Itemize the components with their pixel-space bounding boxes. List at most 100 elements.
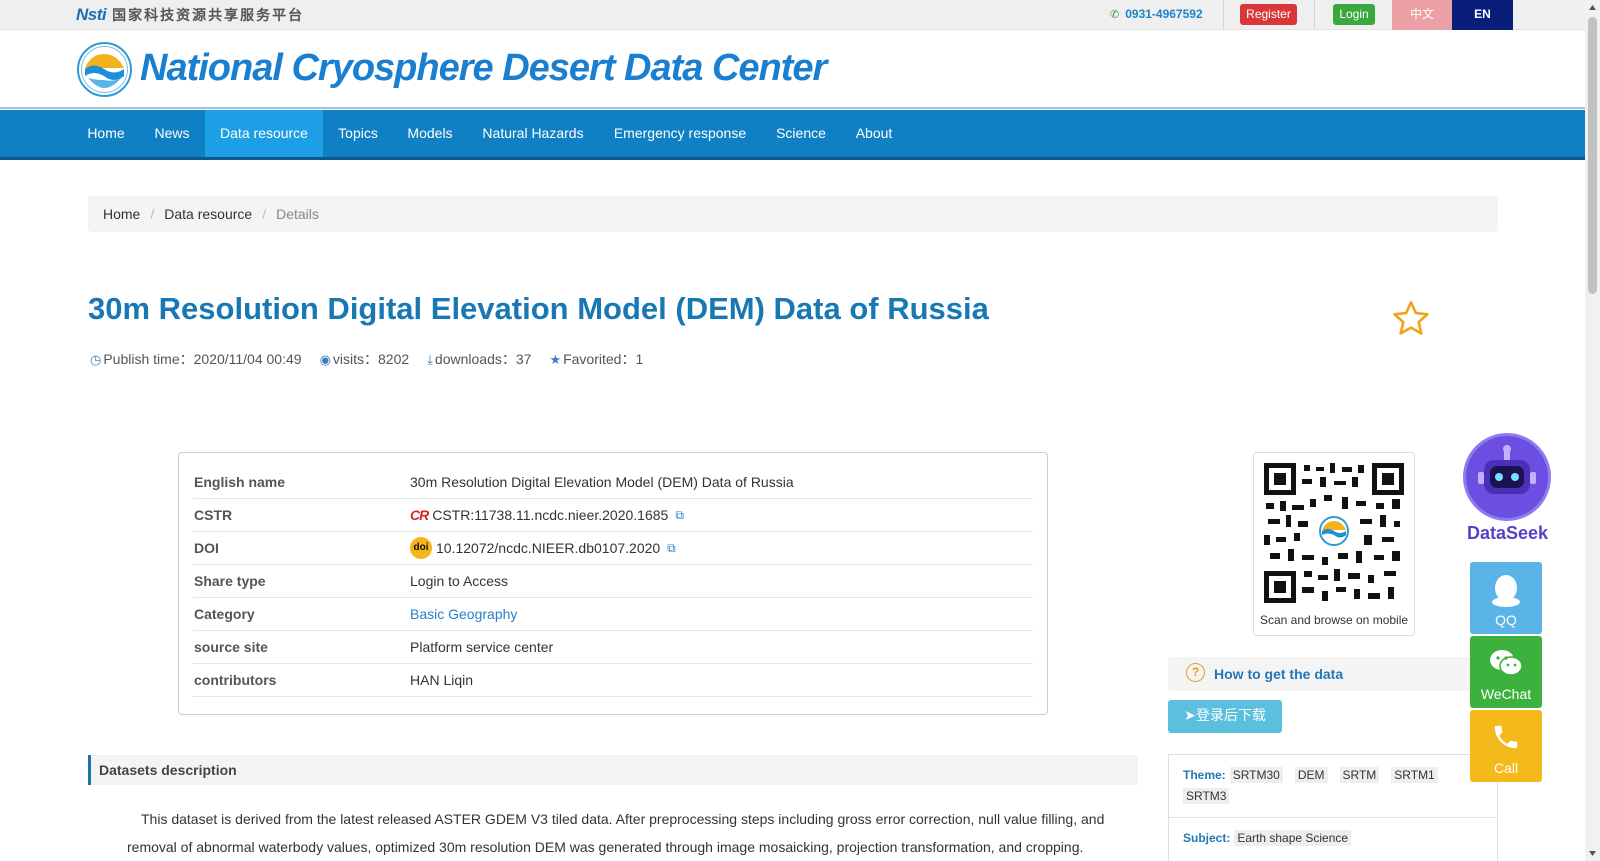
info-row-doi: DOI doi 10.12072/ncdc.NIEER.db0107.2020 … (193, 532, 1033, 565)
downloads-text: downloads：37 (434, 351, 532, 367)
info-label: Category (194, 606, 255, 622)
download-button-label: 登录后下载 (1195, 708, 1266, 724)
info-value-share-type: Login to Access (410, 573, 509, 589)
external-link-icon[interactable]: ⧉ (667, 541, 676, 556)
info-row-english-name: English name 30m Resolution Digital Elev… (193, 466, 1033, 499)
description-text: This dataset is derived from the latest … (127, 811, 1105, 855)
doi-logo-icon: doi (410, 537, 432, 559)
breadcrumb-current: Details (276, 206, 319, 222)
theme-tag[interactable]: SRTM (1339, 767, 1380, 783)
lang-chinese-button[interactable]: 中文 (1392, 0, 1452, 30)
theme-row: Theme: SRTM30 DEM SRTM SRTM1 SRTM3 (1169, 755, 1497, 817)
main-nav: Home News Data resource Topics Models Na… (0, 110, 1585, 160)
login-to-download-button[interactable]: ➤登录后下载 (1168, 700, 1282, 733)
nsti-mark: Nsti (76, 5, 107, 24)
nav-item-models[interactable]: Models (395, 110, 465, 157)
info-label: source site (194, 639, 268, 655)
info-row-source-site: source site Platform service center (193, 631, 1033, 664)
site-logo-icon[interactable] (77, 42, 132, 97)
favorite-star-icon[interactable] (1390, 298, 1432, 340)
top-bar: Nsti 国家科技资源共享服务平台 ✆ 0931-4967592 Register… (0, 0, 1585, 30)
scroll-down-arrow-icon[interactable] (1585, 846, 1600, 861)
dataset-info-table: English name 30m Resolution Digital Elev… (178, 452, 1048, 715)
info-value-english-name: 30m Resolution Digital Elevation Model (… (410, 474, 794, 490)
breadcrumb-home[interactable]: Home (103, 206, 140, 222)
cstr-logo-icon: CR (410, 507, 429, 523)
breadcrumb-data-resource[interactable]: Data resource (164, 206, 252, 222)
info-label: CSTR (194, 507, 233, 523)
nav-item-science[interactable]: Science (760, 110, 842, 157)
subject-tag[interactable]: Earth shape Science (1234, 830, 1352, 846)
phone-icon: ✆ (1110, 9, 1120, 21)
dataset-meta: ◷ Publish time：2020/11/04 00:49 ◉ visits：8… (90, 349, 643, 369)
nsti-logo[interactable]: Nsti 国家科技资源共享服务平台 (76, 5, 304, 25)
site-title[interactable]: National Cryosphere Desert Data Center (140, 47, 827, 90)
lang-english-button[interactable]: EN (1452, 0, 1513, 30)
scroll-thumb[interactable] (1588, 17, 1597, 294)
scroll-up-arrow-icon[interactable] (1585, 0, 1600, 15)
info-value-contributors: HAN Liqin (410, 672, 474, 688)
theme-tag[interactable]: SRTM1 (1391, 767, 1438, 783)
qq-label: QQ (1495, 612, 1517, 628)
wechat-icon (1490, 650, 1523, 676)
nav-item-emergency-response[interactable]: Emergency response (600, 110, 760, 157)
robot-icon (1463, 433, 1551, 521)
publish-time-text: Publish time：2020/11/04 00:49 (103, 351, 302, 367)
how-to-get-data[interactable]: ? How to get the data (1168, 657, 1498, 691)
question-icon: ? (1186, 663, 1205, 682)
nsti-platform-text: 国家科技资源共享服务平台 (112, 8, 305, 24)
theme-tag[interactable]: SRTM3 (1183, 788, 1230, 804)
description-heading: Datasets description (88, 755, 1138, 785)
info-label: contributors (194, 672, 277, 688)
cstr-text[interactable]: CSTR:11738.11.ncdc.nieer.2020.1685 (432, 507, 668, 523)
register-button[interactable]: Register (1240, 4, 1297, 25)
info-label: English name (194, 474, 286, 490)
nav-item-data-resource[interactable]: Data resource (205, 110, 323, 157)
dataseek-widget[interactable]: DataSeek (1460, 433, 1555, 543)
wechat-button[interactable]: WeChat (1470, 636, 1542, 708)
how-to-get-data-label[interactable]: How to get the data (1214, 666, 1343, 682)
download-icon: ⤓ (427, 352, 433, 367)
category-link[interactable]: Basic Geography (410, 606, 517, 622)
favorited: ★ Favorited：1 (549, 349, 643, 369)
info-row-contributors: contributors HAN Liqin (193, 664, 1033, 697)
page-scrollbar[interactable] (1585, 0, 1600, 861)
phone-call-icon (1494, 725, 1518, 749)
doi-text[interactable]: 10.12072/ncdc.NIEER.db0107.2020 (436, 540, 660, 556)
nav-item-about[interactable]: About (842, 110, 906, 157)
phone-text: 0931-4967592 (1125, 7, 1203, 21)
nav-item-news[interactable]: News (139, 110, 205, 157)
info-label: DOI (194, 540, 219, 556)
wechat-label: WeChat (1480, 686, 1532, 702)
phone-number: ✆ 0931-4967592 (1110, 7, 1203, 21)
clock-icon: ◷ (90, 352, 102, 367)
call-button[interactable]: Call (1470, 710, 1542, 782)
eye-icon: ◉ (319, 352, 331, 367)
info-value-source-site: Platform service center (410, 639, 554, 655)
qq-button[interactable]: QQ (1470, 562, 1542, 634)
qr-code-panel: Scan and browse on mobile (1253, 452, 1415, 636)
star-icon: ★ (549, 352, 562, 367)
call-label: Call (1493, 760, 1519, 776)
info-value-cstr: CR CSTR:11738.11.ncdc.nieer.2020.1685 ⧉ (410, 507, 684, 523)
subject-row: Subject: Earth shape Science (1169, 817, 1497, 859)
nav-item-home[interactable]: Home (75, 110, 137, 157)
external-link-icon[interactable]: ⧉ (675, 508, 684, 523)
page-title: 30m Resolution Digital Elevation Model (… (88, 291, 989, 326)
theme-tag[interactable]: DEM (1294, 767, 1328, 783)
theme-tag[interactable]: SRTM30 (1229, 767, 1283, 783)
info-row-category: Category Basic Geography (193, 598, 1033, 631)
downloads: ⤓ downloads：37 (427, 349, 531, 369)
keywords-panel: Theme: SRTM30 DEM SRTM SRTM1 SRTM3 Subject: Ea… (1168, 754, 1498, 861)
breadcrumb: Home / Data resource / Details (88, 196, 1498, 232)
qq-penguin-icon (1492, 575, 1520, 607)
login-button[interactable]: Login (1333, 4, 1375, 25)
nav-item-natural-hazards[interactable]: Natural Hazards (466, 110, 600, 157)
info-value-doi: doi 10.12072/ncdc.NIEER.db0107.2020 ⧉ (410, 537, 676, 559)
breadcrumb-separator: / (150, 206, 155, 222)
topbar-divider (1223, 0, 1224, 30)
nav-item-topics[interactable]: Topics (323, 110, 393, 157)
qr-caption: Scan and browse on mobile (1259, 613, 1409, 627)
info-row-cstr: CSTR CR CSTR:11738.11.ncdc.nieer.2020.16… (193, 499, 1033, 532)
visits-text: visits：8202 (332, 351, 410, 367)
